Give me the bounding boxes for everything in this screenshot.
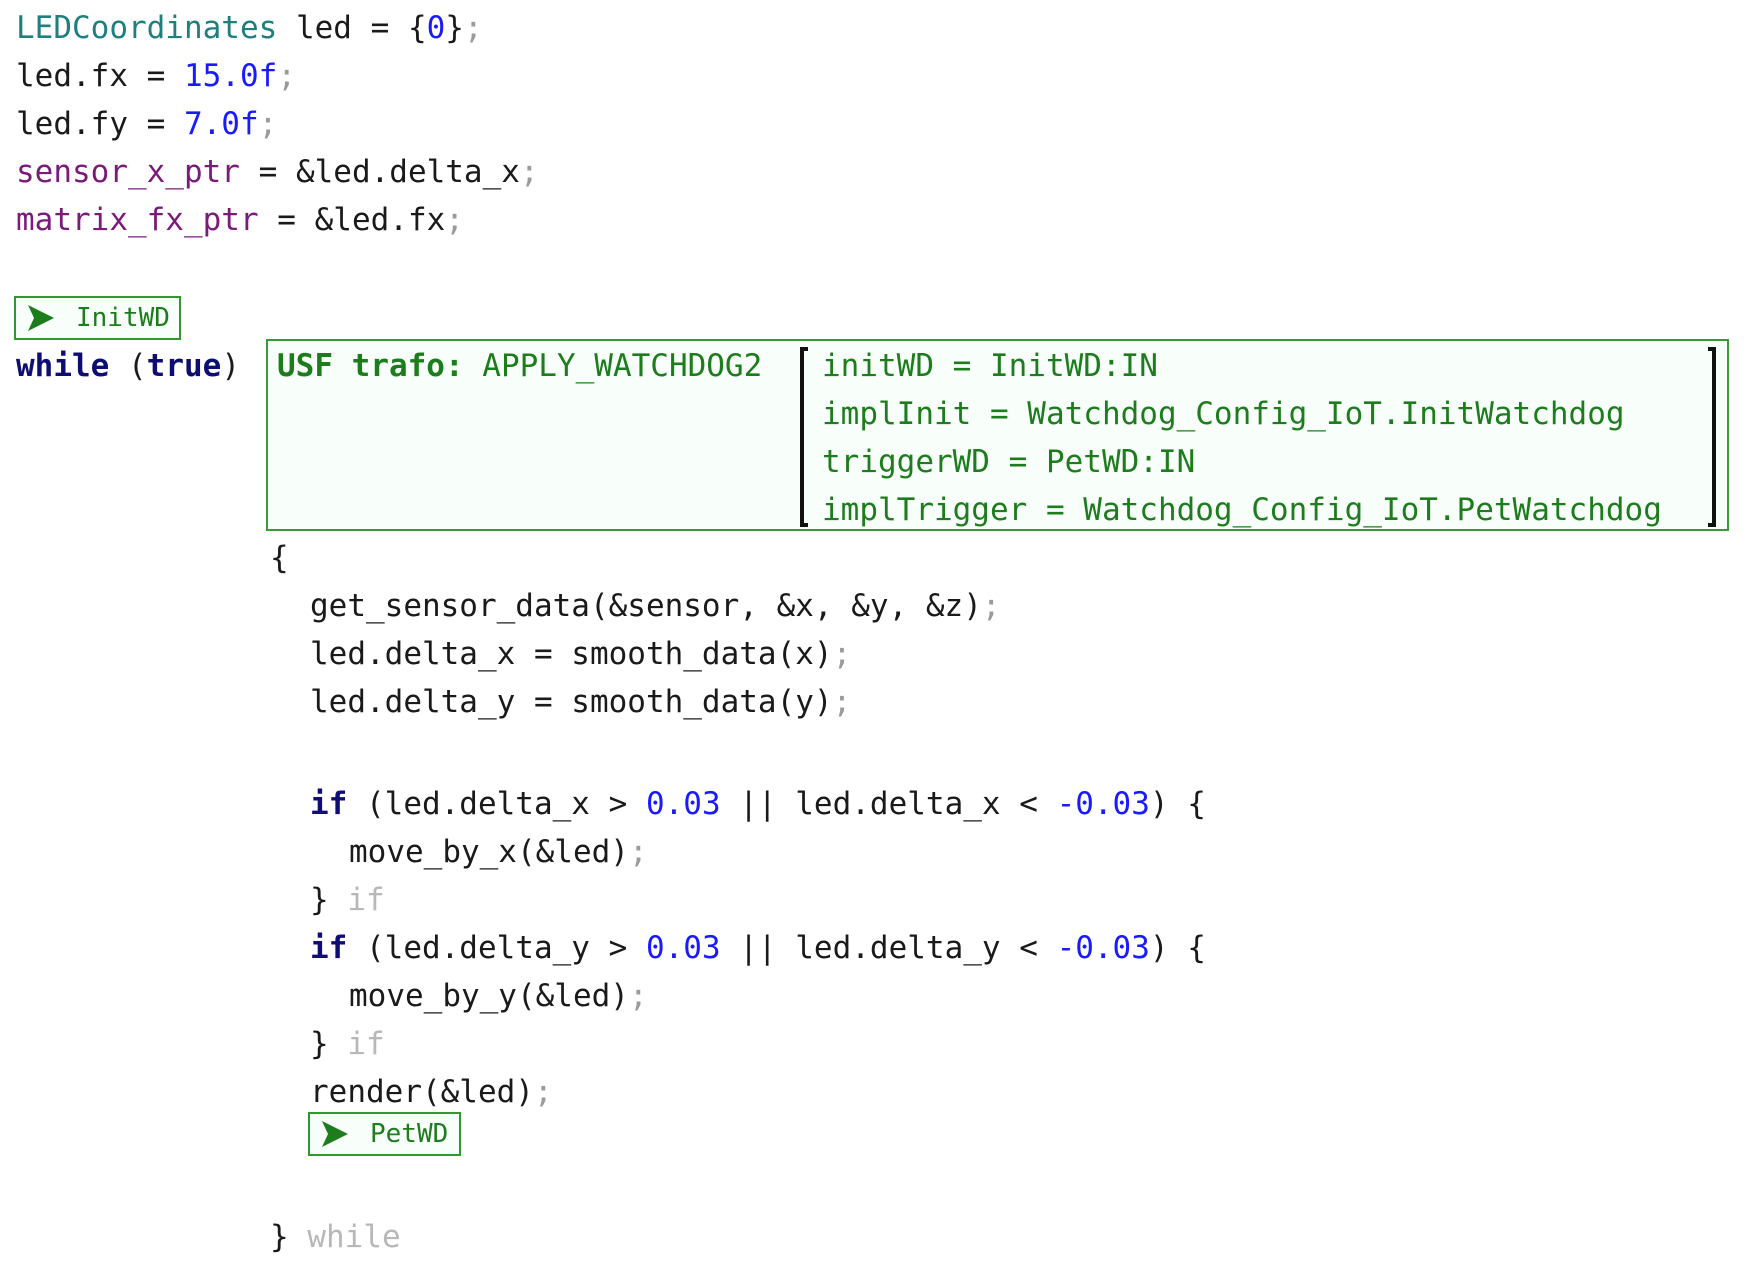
code-line-sensor-ptr: sensor_x_ptr = &led.delta_x; xyxy=(16,148,539,196)
code-line-delta-y: led.delta_y = smooth_data(y); xyxy=(310,678,851,726)
code-text: || led.delta_x < xyxy=(720,786,1057,822)
code-text: move_by_y(&led) xyxy=(349,978,629,1014)
if-y-end: } if xyxy=(310,1020,385,1068)
code-text: (led.delta_y > xyxy=(347,930,646,966)
semicolon: ; xyxy=(519,154,539,190)
block-end-label: while xyxy=(288,1219,401,1255)
code-line-move-x: move_by_x(&led); xyxy=(349,828,648,876)
semicolon: ; xyxy=(445,202,464,238)
right-bracket xyxy=(1708,347,1716,527)
block-end-label: if xyxy=(328,1026,385,1062)
code-line-matrix-ptr: matrix_fx_ptr = &led.fx; xyxy=(16,196,464,244)
global-variable: sensor_x_ptr xyxy=(16,154,240,190)
trafo-param: triggerWD = PetWD:IN xyxy=(822,444,1196,480)
code-text: ) { xyxy=(1149,786,1206,822)
block-end-label: if xyxy=(328,882,385,918)
code-text: move_by_x(&led) xyxy=(349,834,629,870)
while-end: } while xyxy=(270,1213,401,1261)
keyword-while: while xyxy=(16,348,110,384)
code-text: || led.delta_y < xyxy=(720,930,1057,966)
code-line-get-sensor: get_sensor_data(&sensor, &x, &y, &z); xyxy=(310,582,1001,630)
global-variable: matrix_fx_ptr xyxy=(16,202,259,238)
semicolon: ; xyxy=(463,10,483,46)
code-line-led-fx: led.fx = 15.0f; xyxy=(16,52,296,100)
while-header: while (true) xyxy=(16,342,240,390)
keyword-true: true xyxy=(146,348,222,384)
play-arrow-icon xyxy=(28,305,54,331)
number-literal: -0.03 xyxy=(1056,786,1150,822)
code-text: led.fx = xyxy=(16,58,184,94)
trafo-param: initWD = InitWD:IN xyxy=(822,348,1158,384)
number-literal: 0.03 xyxy=(645,930,721,966)
if-y-header: if (led.delta_y > 0.03 || led.delta_y < … xyxy=(310,924,1206,972)
code-line-delta-x: led.delta_x = smooth_data(x); xyxy=(310,630,851,678)
semicolon: ; xyxy=(832,684,852,720)
close-brace: } xyxy=(270,1219,289,1255)
left-bracket xyxy=(800,347,808,527)
code-text: led = { xyxy=(277,10,427,46)
trafo-title: USF trafo: APPLY_WATCHDOG2 xyxy=(277,342,762,390)
close-brace: } xyxy=(310,1026,329,1062)
code-line-led-decl: LEDCoordinates led = {0}; xyxy=(16,4,483,52)
number-literal: 0 xyxy=(426,10,446,46)
code-text: (led.delta_x > xyxy=(347,786,646,822)
semicolon: ; xyxy=(981,588,1001,624)
marker-label: PetWD xyxy=(370,1119,449,1149)
trafo-param: implInit = Watchdog_Config_IoT.InitWatch… xyxy=(822,396,1625,432)
number-literal: 0.03 xyxy=(645,786,721,822)
semicolon: ; xyxy=(628,978,648,1014)
marker-label: InitWD xyxy=(76,303,170,333)
code-line-led-fy: led.fy = 7.0f; xyxy=(16,100,277,148)
number-literal: 15.0f xyxy=(183,58,278,94)
marker-petwd[interactable]: PetWD xyxy=(308,1112,461,1156)
close-brace: } xyxy=(310,882,329,918)
code-text: led.delta_y = smooth_data(y) xyxy=(310,684,833,720)
if-x-header: if (led.delta_x > 0.03 || led.delta_x < … xyxy=(310,780,1206,828)
open-brace: { xyxy=(270,540,289,576)
if-x-end: } if xyxy=(310,876,385,924)
marker-initwd[interactable]: InitWD xyxy=(14,296,181,340)
trafo-param: implTrigger = Watchdog_Config_IoT.PetWat… xyxy=(822,492,1662,528)
semicolon: ; xyxy=(832,636,852,672)
trafo-name: APPLY_WATCHDOG2 xyxy=(463,348,763,384)
number-literal: 7.0f xyxy=(183,106,259,142)
code-text: ) xyxy=(221,348,240,384)
code-text: = &led.delta_x xyxy=(239,154,520,190)
type-name: LEDCoordinates xyxy=(16,10,278,46)
code-text: ( xyxy=(109,348,147,384)
number-literal: -0.03 xyxy=(1056,930,1150,966)
semicolon: ; xyxy=(258,106,278,142)
code-line-move-y: move_by_y(&led); xyxy=(349,972,648,1020)
semicolon: ; xyxy=(277,58,296,94)
semicolon: ; xyxy=(628,834,648,870)
code-text: ) { xyxy=(1149,930,1206,966)
play-arrow-icon xyxy=(322,1121,348,1147)
code-text: } xyxy=(445,10,464,46)
code-text: led.delta_x = smooth_data(x) xyxy=(310,636,833,672)
code-line-render: render(&led); xyxy=(310,1068,553,1116)
code-text: led.fy = xyxy=(16,106,184,142)
keyword-if: if xyxy=(310,930,348,966)
keyword-if: if xyxy=(310,786,348,822)
trafo-prefix: USF trafo: xyxy=(277,348,464,384)
code-text: = &led.fx xyxy=(258,202,446,238)
semicolon: ; xyxy=(533,1074,553,1110)
code-text: get_sensor_data(&sensor, &x, &y, &z) xyxy=(310,588,982,624)
code-text: render(&led) xyxy=(310,1074,534,1110)
